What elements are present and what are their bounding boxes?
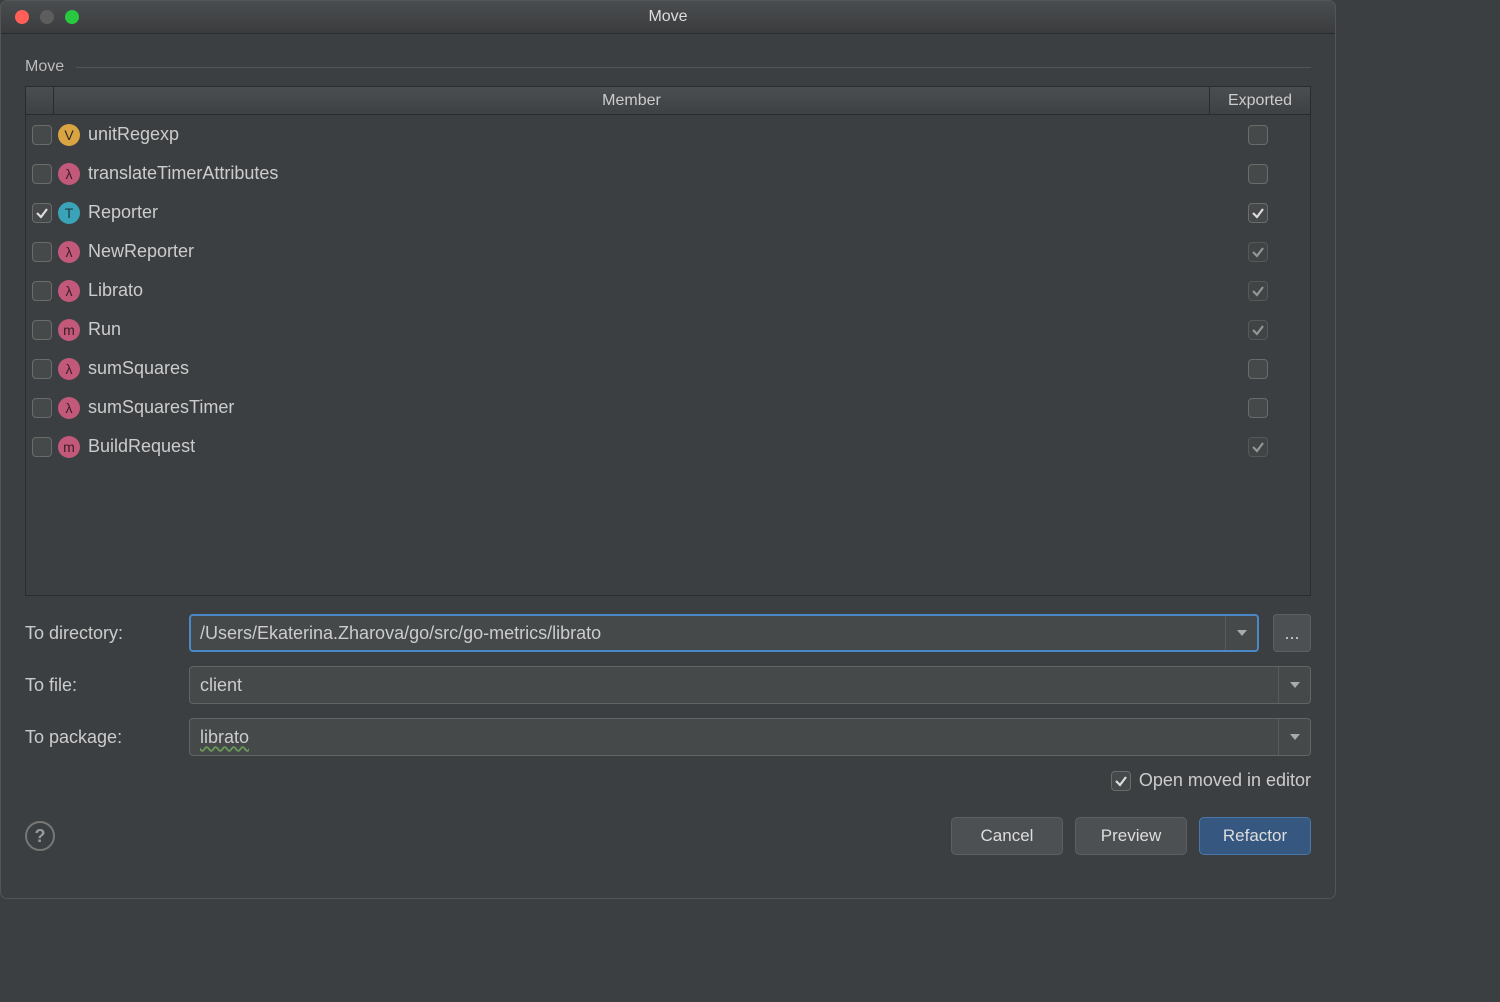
member-name: BuildRequest — [88, 436, 195, 457]
titlebar: Move — [1, 1, 1335, 34]
to-directory-label: To directory: — [25, 623, 175, 644]
to-package-row: To package: librato — [25, 718, 1311, 756]
method-icon: m — [58, 319, 80, 341]
member-select-checkbox[interactable] — [32, 125, 52, 145]
browse-label: ... — [1284, 623, 1299, 644]
help-button[interactable]: ? — [25, 821, 55, 851]
function-icon: λ — [58, 280, 80, 302]
to-directory-input[interactable]: /Users/Ekaterina.Zharova/go/src/go-metri… — [189, 614, 1259, 652]
chevron-down-icon[interactable] — [1225, 616, 1257, 650]
browse-button[interactable]: ... — [1273, 614, 1311, 652]
refactor-button[interactable]: Refactor — [1199, 817, 1311, 855]
member-name: Librato — [88, 280, 143, 301]
member-name: translateTimerAttributes — [88, 163, 278, 184]
table-header: Member Exported — [26, 87, 1310, 115]
to-directory-row: To directory: /Users/Ekaterina.Zharova/g… — [25, 614, 1311, 652]
exported-checkbox[interactable] — [1248, 125, 1268, 145]
exported-checkbox[interactable] — [1248, 398, 1268, 418]
member-select-checkbox[interactable] — [32, 437, 52, 457]
table-row: λ NewReporter — [26, 232, 1310, 271]
open-in-editor-checkbox[interactable] — [1111, 771, 1131, 791]
to-directory-value: /Users/Ekaterina.Zharova/go/src/go-metri… — [200, 623, 601, 644]
member-select-checkbox[interactable] — [32, 359, 52, 379]
refactor-label: Refactor — [1223, 826, 1287, 846]
exported-checkbox — [1248, 437, 1268, 457]
to-package-label: To package: — [25, 727, 175, 748]
member-select-checkbox[interactable] — [32, 203, 52, 223]
member-select-checkbox[interactable] — [32, 320, 52, 340]
table-body: VunitRegexp λ translateTimerAttributes T Rep… — [26, 115, 1310, 595]
table-row: VunitRegexp — [26, 115, 1310, 154]
member-select-checkbox[interactable] — [32, 242, 52, 262]
function-icon: λ — [58, 163, 80, 185]
member-name: NewReporter — [88, 241, 194, 262]
member-select-checkbox[interactable] — [32, 398, 52, 418]
section-header: Move — [25, 58, 1311, 76]
to-file-label: To file: — [25, 675, 175, 696]
divider — [76, 67, 1311, 68]
to-file-input[interactable]: client — [189, 666, 1311, 704]
table-row: λ Librato — [26, 271, 1310, 310]
to-file-value: client — [200, 675, 242, 696]
col-exported: Exported — [1210, 87, 1310, 114]
table-row: m BuildRequest — [26, 427, 1310, 466]
cancel-label: Cancel — [981, 826, 1034, 846]
member-name: sumSquares — [88, 358, 189, 379]
window-title: Move — [1, 8, 1335, 26]
function-icon: λ — [58, 358, 80, 380]
exported-checkbox — [1248, 242, 1268, 262]
member-name: Run — [88, 319, 121, 340]
function-icon: λ — [58, 241, 80, 263]
exported-checkbox[interactable] — [1248, 203, 1268, 223]
cancel-button[interactable]: Cancel — [951, 817, 1063, 855]
table-row: λ translateTimerAttributes — [26, 154, 1310, 193]
member-name: Reporter — [88, 202, 158, 223]
member-name: sumSquaresTimer — [88, 397, 234, 418]
member-select-checkbox[interactable] — [32, 281, 52, 301]
section-title: Move — [25, 58, 64, 76]
col-check — [26, 87, 54, 114]
exported-checkbox[interactable] — [1248, 359, 1268, 379]
exported-checkbox[interactable] — [1248, 164, 1268, 184]
member-select-checkbox[interactable] — [32, 164, 52, 184]
chevron-down-icon[interactable] — [1278, 719, 1310, 755]
exported-checkbox — [1248, 320, 1268, 340]
to-package-input[interactable]: librato — [189, 718, 1311, 756]
col-member: Member — [54, 87, 1210, 114]
chevron-down-icon[interactable] — [1278, 667, 1310, 703]
variable-icon: V — [58, 124, 80, 146]
dialog-footer: ? Cancel Preview Refactor — [25, 811, 1311, 855]
to-package-value: librato — [200, 727, 249, 748]
preview-button[interactable]: Preview — [1075, 817, 1187, 855]
open-in-editor-row: Open moved in editor — [25, 770, 1311, 791]
exported-checkbox — [1248, 281, 1268, 301]
type-icon: T — [58, 202, 80, 224]
table-row: T Reporter — [26, 193, 1310, 232]
method-icon: m — [58, 436, 80, 458]
table-row: λ sumSquaresTimer — [26, 388, 1310, 427]
table-row: λ sumSquares — [26, 349, 1310, 388]
members-table: Member Exported VunitRegexp λ translateTim… — [25, 86, 1311, 596]
open-in-editor-label: Open moved in editor — [1139, 770, 1311, 791]
dialog-content: Move Member Exported VunitRegexp λ transla… — [1, 34, 1335, 898]
function-icon: λ — [58, 397, 80, 419]
preview-label: Preview — [1101, 826, 1161, 846]
to-file-row: To file: client — [25, 666, 1311, 704]
member-name: unitRegexp — [88, 124, 179, 145]
dialog-window: Move Move Member Exported VunitRegexpλtr… — [0, 0, 1336, 899]
table-row: m Run — [26, 310, 1310, 349]
